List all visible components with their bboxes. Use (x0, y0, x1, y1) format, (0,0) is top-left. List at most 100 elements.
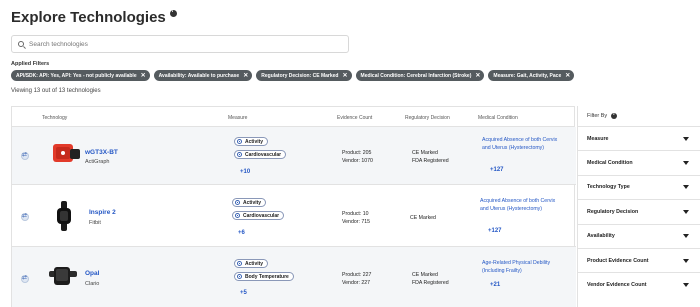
filter-vendor-evidence-count[interactable]: Vendor Evidence Count (578, 272, 700, 296)
close-icon[interactable]: ✕ (343, 73, 348, 79)
column-header-evidence-count: Evidence Count (337, 115, 373, 121)
conditions-more-link[interactable]: +21 (490, 282, 500, 288)
regulatory-decision: CE Marked FDA Registered (412, 149, 449, 165)
activity-icon (237, 274, 242, 279)
activity-icon (237, 152, 242, 157)
filter-chip: Medical Condition: Cerebral Infarction (… (355, 70, 485, 81)
medical-condition-link[interactable]: Acquired Absence of both Cervix and Uter… (480, 197, 562, 213)
regulatory-item: CE Marked (412, 150, 438, 156)
column-header-measure: Measure (228, 115, 248, 121)
info-icon[interactable] (611, 111, 618, 119)
chevron-down-icon[interactable] (683, 209, 689, 214)
compare-icon[interactable] (21, 151, 29, 160)
device-image (53, 144, 80, 162)
chevron-down-icon[interactable] (683, 258, 689, 263)
table-row[interactable]: Opal Clario Activity Body Temperature +5… (12, 247, 576, 307)
filter-technology-type[interactable]: Technology Type (578, 174, 700, 199)
info-icon[interactable] (169, 8, 177, 17)
filter-medical-condition[interactable]: Medical Condition (578, 150, 700, 174)
evidence-product: Product: 10 (342, 211, 369, 217)
evidence-vendor: Vendor: 1070 (342, 158, 373, 164)
evidence-count: Product: 10 Vendor: 715 (342, 210, 370, 226)
evidence-vendor: Vendor: 227 (342, 280, 370, 286)
table-header: Technology Measure Evidence Count Regula… (12, 107, 574, 127)
filter-chip-label: API/SDK: API: Yes, API: Yes - not public… (16, 72, 137, 79)
activity-icon (237, 139, 242, 144)
measure-badge: Activity (234, 137, 269, 146)
measure-badge: Activity (232, 198, 267, 207)
filter-product-evidence-count[interactable]: Product Evidence Count (578, 247, 700, 272)
filter-chip-label: Measure: Gait, Activity, Pace (493, 72, 562, 79)
medical-condition-link[interactable]: Acquired Absence of both Cervix and Uter… (482, 136, 564, 152)
search-bar[interactable] (11, 35, 349, 53)
regulatory-item: CE Marked (410, 215, 436, 221)
close-icon[interactable]: ✕ (141, 73, 146, 79)
filter-label: Vendor Evidence Count (587, 282, 647, 289)
medical-condition-link[interactable]: Age-Related Physical Debility (Including… (482, 259, 564, 275)
measure-badge-label: Body Temperature (245, 273, 289, 280)
table-row[interactable]: Inspire 2 Fitbit Activity Cardiovascular… (12, 185, 576, 247)
close-icon[interactable]: ✕ (565, 73, 570, 79)
measure-badge-label: Activity (245, 138, 264, 145)
chevron-down-icon[interactable] (683, 283, 689, 288)
column-header-technology: Technology (42, 115, 68, 121)
filter-chip-label: Regulatory Decision: CE Marked (261, 72, 339, 79)
compare-icon[interactable] (21, 212, 29, 221)
conditions-more-link[interactable]: +127 (488, 228, 502, 234)
filter-chip: API/SDK: API: Yes, API: Yes - not public… (11, 70, 150, 81)
filter-chip-label: Medical Condition: Cerebral Infarction (… (360, 72, 472, 79)
chevron-down-icon[interactable] (683, 161, 689, 166)
filter-sidebar-header: Filter By (578, 106, 700, 126)
filter-chip: Availability: Available to purchase ✕ (153, 70, 253, 81)
conditions-more-link[interactable]: +127 (490, 167, 504, 173)
close-icon[interactable]: ✕ (475, 73, 480, 79)
measure-badge: Cardiovascular (234, 150, 287, 159)
device-image (57, 201, 71, 231)
activity-icon (235, 213, 240, 218)
regulatory-decision: CE Marked FDA Registered (412, 271, 449, 287)
technology-name-link[interactable]: Opal (85, 270, 99, 277)
compare-icon[interactable] (21, 274, 29, 283)
filter-regulatory-decision[interactable]: Regulatory Decision (578, 199, 700, 223)
chevron-down-icon[interactable] (683, 136, 689, 141)
technology-name-link[interactable]: Inspire 2 (89, 209, 116, 216)
applied-filters-label: Applied Filters (11, 61, 50, 67)
evidence-count: Product: 227 Vendor: 227 (342, 271, 371, 287)
technology-vendor: Fitbit (89, 220, 101, 226)
technologies-table: Technology Measure Evidence Count Regula… (11, 106, 576, 307)
table-row[interactable]: wGT3X-BT ActiGraph Activity Cardiovascul… (12, 127, 576, 185)
chevron-down-icon[interactable] (683, 185, 689, 190)
technology-vendor: ActiGraph (85, 159, 110, 165)
evidence-count: Product: 205 Vendor: 1070 (342, 149, 373, 165)
device-image (49, 267, 77, 285)
filter-chip-label: Availability: Available to purchase (158, 72, 240, 79)
results-count: Viewing 13 out of 13 technologies (11, 88, 101, 94)
measure-badge: Body Temperature (234, 272, 294, 281)
measure-badge-label: Activity (243, 199, 262, 206)
activity-icon (237, 261, 242, 266)
measure-badge-label: Cardiovascular (243, 212, 280, 219)
filter-sidebar: Filter By Measure Medical Condition Tech… (577, 106, 700, 307)
applied-filter-chips: API/SDK: API: Yes, API: Yes - not public… (11, 70, 575, 81)
regulatory-item: FDA Registered (412, 280, 449, 286)
measures-more-link[interactable]: +10 (240, 169, 250, 175)
regulatory-item: FDA Registered (412, 158, 449, 164)
regulatory-item: CE Marked (412, 272, 438, 278)
activity-icon (235, 200, 240, 205)
regulatory-decision: CE Marked (410, 214, 436, 222)
search-input[interactable] (29, 40, 329, 48)
technology-name-link[interactable]: wGT3X-BT (85, 149, 118, 156)
evidence-product: Product: 227 (342, 272, 372, 278)
evidence-product: Product: 205 (342, 150, 372, 156)
filter-measure[interactable]: Measure (578, 126, 700, 150)
measures-more-link[interactable]: +5 (240, 290, 247, 296)
filter-availability[interactable]: Availability (578, 223, 700, 248)
chevron-down-icon[interactable] (683, 234, 689, 239)
measures-more-link[interactable]: +6 (238, 230, 245, 236)
close-icon[interactable]: ✕ (243, 73, 248, 79)
column-header-regulatory-decision: Regulatory Decision (405, 115, 450, 121)
measure-badge-label: Activity (245, 260, 264, 267)
filter-sidebar-title: Filter By (587, 113, 608, 119)
column-header-medical-condition: Medical Condition (478, 115, 518, 121)
filter-label: Technology Type (587, 184, 630, 191)
